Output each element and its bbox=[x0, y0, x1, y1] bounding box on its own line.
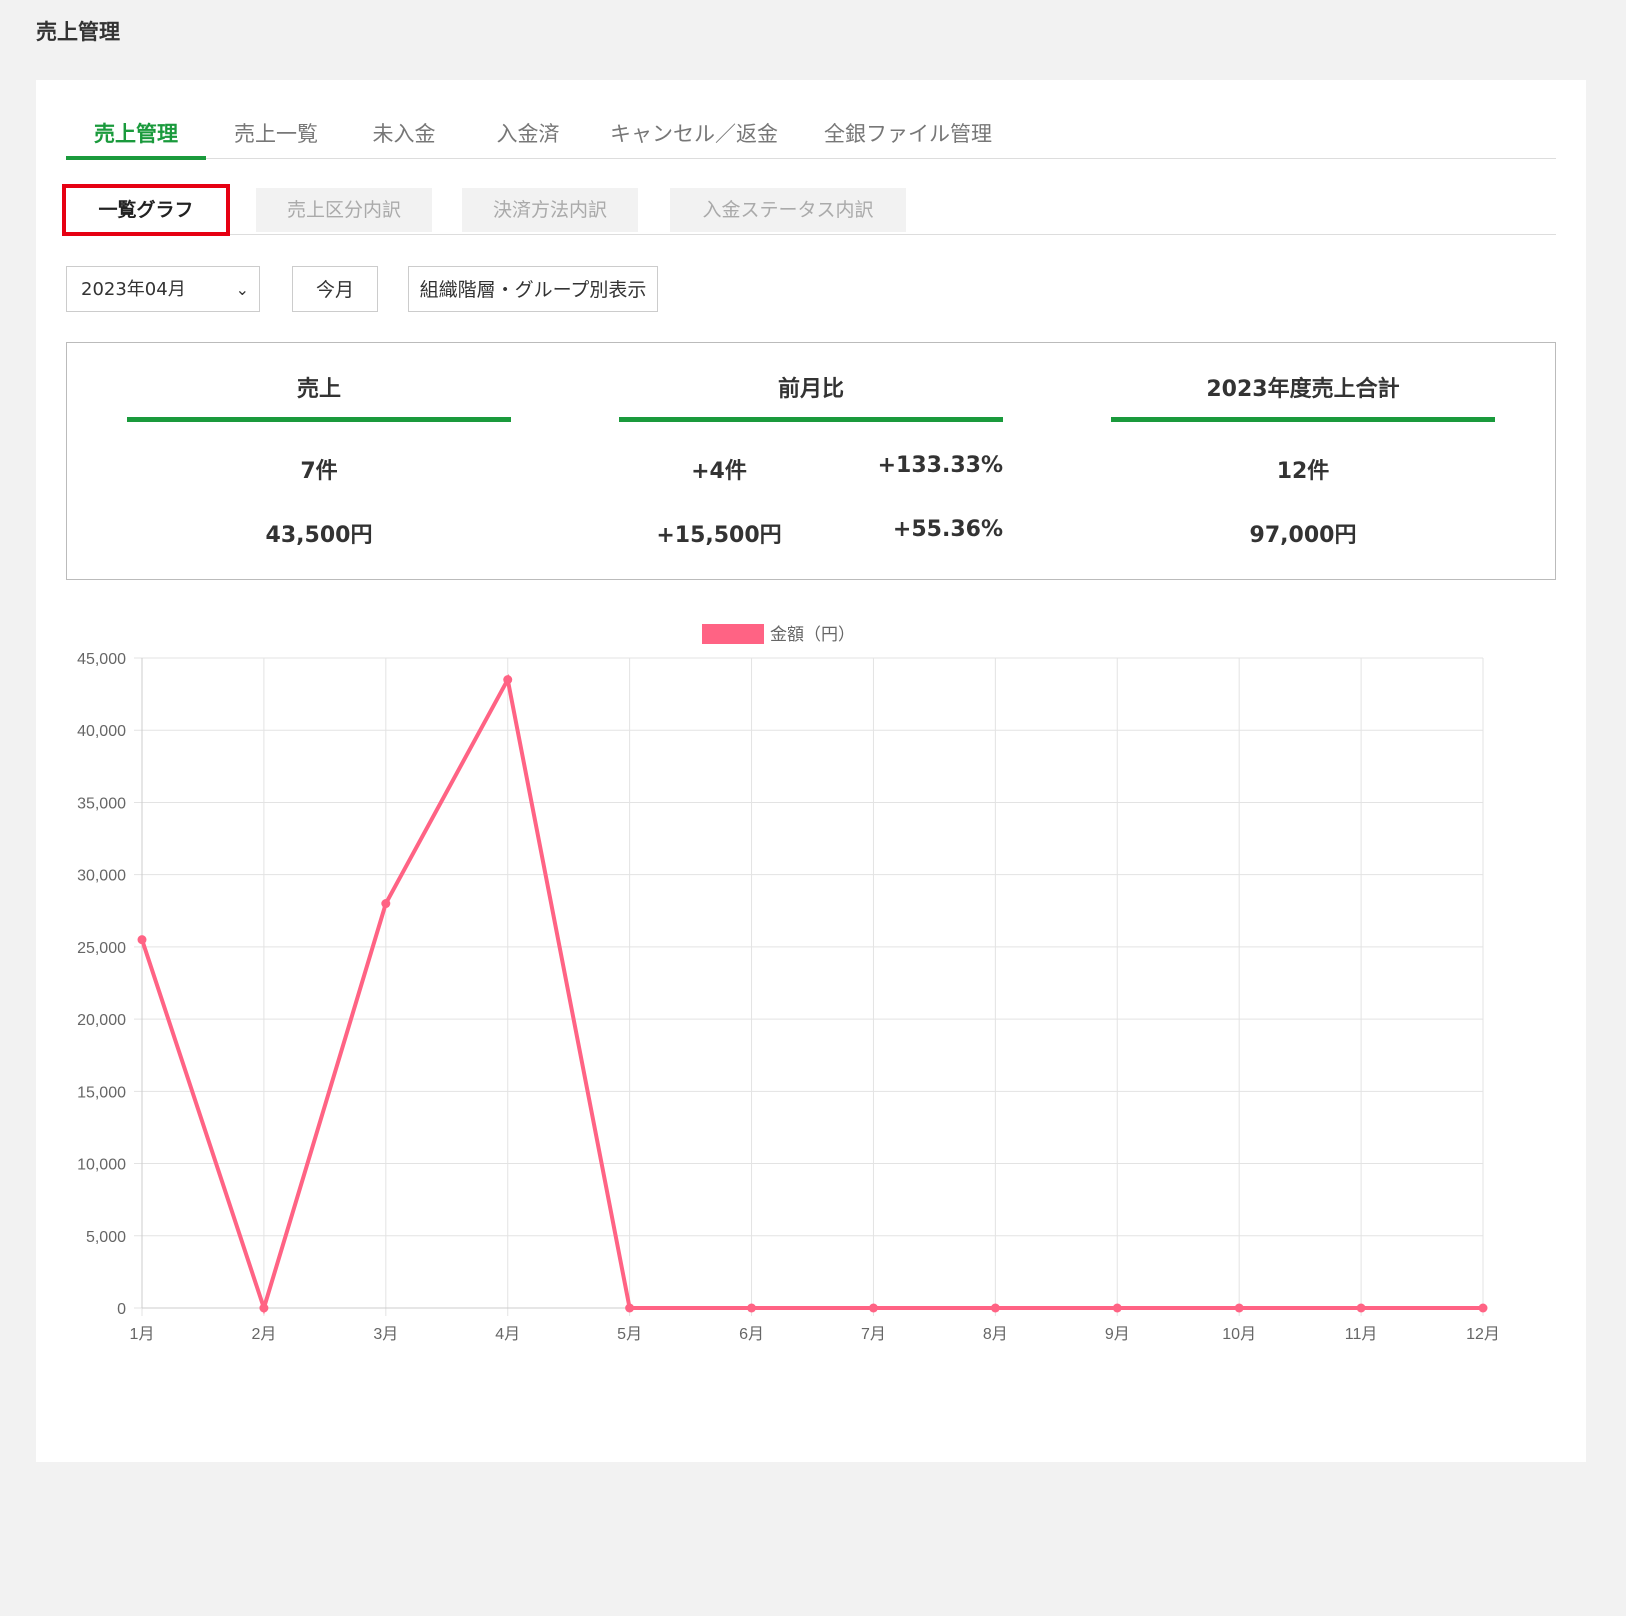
data-point bbox=[625, 1303, 635, 1313]
summary-sales-amount: 43,500円 bbox=[265, 523, 373, 548]
data-point bbox=[1356, 1303, 1366, 1313]
data-point bbox=[259, 1303, 269, 1313]
month-select[interactable]: 2023年04月 ⌄ bbox=[66, 266, 260, 312]
y-tick-label: 30,000 bbox=[77, 868, 126, 885]
x-tick-label: 6月 bbox=[739, 1326, 764, 1343]
y-tick-label: 0 bbox=[117, 1301, 126, 1318]
y-tick-label: 15,000 bbox=[77, 1084, 126, 1101]
data-point bbox=[137, 935, 147, 945]
x-tick-label: 11月 bbox=[1345, 1326, 1378, 1343]
sub-tabs: 一覧グラフ 売上区分内訳 決済方法内訳 入金ステータス内訳 bbox=[62, 184, 1556, 236]
subtab-payment-status[interactable]: 入金ステータス内訳 bbox=[670, 188, 906, 232]
content-card: 売上管理 売上一覧 未入金 入金済 キャンセル／返金 全銀ファイル管理 一覧グラ… bbox=[36, 80, 1586, 1462]
sales-line-chart: 0 5,000 10,000 15,000 20,000 25,000 30,000 35,0… bbox=[36, 600, 1586, 1364]
x-tick-label: 1月 bbox=[130, 1326, 155, 1343]
tab-zengin-file[interactable]: 全銀ファイル管理 bbox=[818, 112, 998, 156]
group-view-button[interactable]: 組織階層・グループ別表示 bbox=[408, 266, 658, 312]
data-point bbox=[503, 675, 513, 685]
subtab-payment-method[interactable]: 決済方法内訳 bbox=[462, 188, 638, 232]
y-tick-label: 10,000 bbox=[77, 1157, 126, 1174]
tab-paid[interactable]: 入金済 bbox=[468, 112, 588, 156]
summary-fiscal-count: 12件 bbox=[1276, 459, 1330, 484]
summary-divider bbox=[127, 417, 511, 422]
summary-fiscal-title: 2023年度売上合計 bbox=[1206, 377, 1400, 402]
summary-mom-amount-diff: +15,500円 bbox=[656, 523, 782, 548]
month-select-value: 2023年04月 bbox=[81, 279, 186, 300]
y-tick-label: 35,000 bbox=[77, 795, 126, 812]
summary-mom: 前月比 +4件 +133.33% +15,500円 +55.36% bbox=[619, 343, 1003, 579]
y-tick-label: 20,000 bbox=[77, 1012, 126, 1029]
chart-svg: 0 5,000 10,000 15,000 20,000 25,000 30,000 35,0… bbox=[77, 624, 1500, 1343]
summary-divider bbox=[1111, 417, 1495, 422]
summary-divider bbox=[619, 417, 1003, 422]
x-tick-label: 9月 bbox=[1105, 1326, 1130, 1343]
subtab-list-graph[interactable]: 一覧グラフ bbox=[62, 184, 230, 236]
x-tick-label: 7月 bbox=[861, 1326, 886, 1343]
tab-unpaid[interactable]: 未入金 bbox=[344, 112, 464, 156]
summary-fiscal: 2023年度売上合計 12件 97,000円 bbox=[1111, 343, 1495, 579]
summary-sales-title: 売上 bbox=[296, 377, 341, 402]
summary-mom-count-pct: +133.33% bbox=[877, 453, 1003, 478]
tab-sales-management[interactable]: 売上管理 bbox=[66, 112, 206, 160]
summary-sales: 売上 7件 43,500円 bbox=[127, 343, 511, 579]
summary-sales-count: 7件 bbox=[300, 459, 338, 484]
tab-cancel-refund[interactable]: キャンセル／返金 bbox=[604, 112, 784, 156]
x-tick-label: 12月 bbox=[1466, 1326, 1500, 1343]
y-tick-label: 25,000 bbox=[77, 940, 126, 957]
summary-mom-title: 前月比 bbox=[777, 377, 844, 402]
data-point bbox=[1478, 1303, 1488, 1313]
data-point bbox=[1112, 1303, 1122, 1313]
page-title: 売上管理 bbox=[36, 20, 120, 44]
main-tabs: 売上管理 売上一覧 未入金 入金済 キャンセル／返金 全銀ファイル管理 bbox=[66, 112, 1556, 160]
series-line bbox=[140, 673, 1483, 1315]
y-tick-label: 45,000 bbox=[77, 651, 126, 668]
x-tick-label: 10月 bbox=[1222, 1326, 1256, 1343]
summary-fiscal-amount: 97,000円 bbox=[1249, 523, 1357, 548]
x-tick-label: 8月 bbox=[983, 1326, 1008, 1343]
data-point bbox=[747, 1303, 757, 1313]
current-month-button[interactable]: 今月 bbox=[292, 266, 378, 312]
chevron-down-icon: ⌄ bbox=[235, 280, 249, 299]
data-point bbox=[990, 1303, 1000, 1313]
summary-mom-amount-pct: +55.36% bbox=[892, 517, 1003, 542]
legend-swatch bbox=[702, 624, 764, 644]
summary-box: 売上 7件 43,500円 前月比 +4件 +133.33% +15,500円 … bbox=[66, 342, 1556, 580]
tab-sales-list[interactable]: 売上一覧 bbox=[216, 112, 336, 156]
summary-mom-count-diff: +4件 bbox=[691, 459, 747, 484]
data-point bbox=[381, 899, 391, 909]
y-tick-label: 40,000 bbox=[77, 723, 126, 740]
x-tick-label: 2月 bbox=[251, 1326, 276, 1343]
data-point bbox=[868, 1303, 878, 1313]
data-point bbox=[1234, 1303, 1244, 1313]
x-tick-label: 5月 bbox=[617, 1326, 642, 1343]
legend-label: 金額（円） bbox=[770, 625, 855, 644]
y-tick-label: 5,000 bbox=[86, 1229, 126, 1246]
x-tick-label: 4月 bbox=[495, 1326, 520, 1343]
subtab-sales-category[interactable]: 売上区分内訳 bbox=[256, 188, 432, 232]
x-tick-label: 3月 bbox=[373, 1326, 398, 1343]
